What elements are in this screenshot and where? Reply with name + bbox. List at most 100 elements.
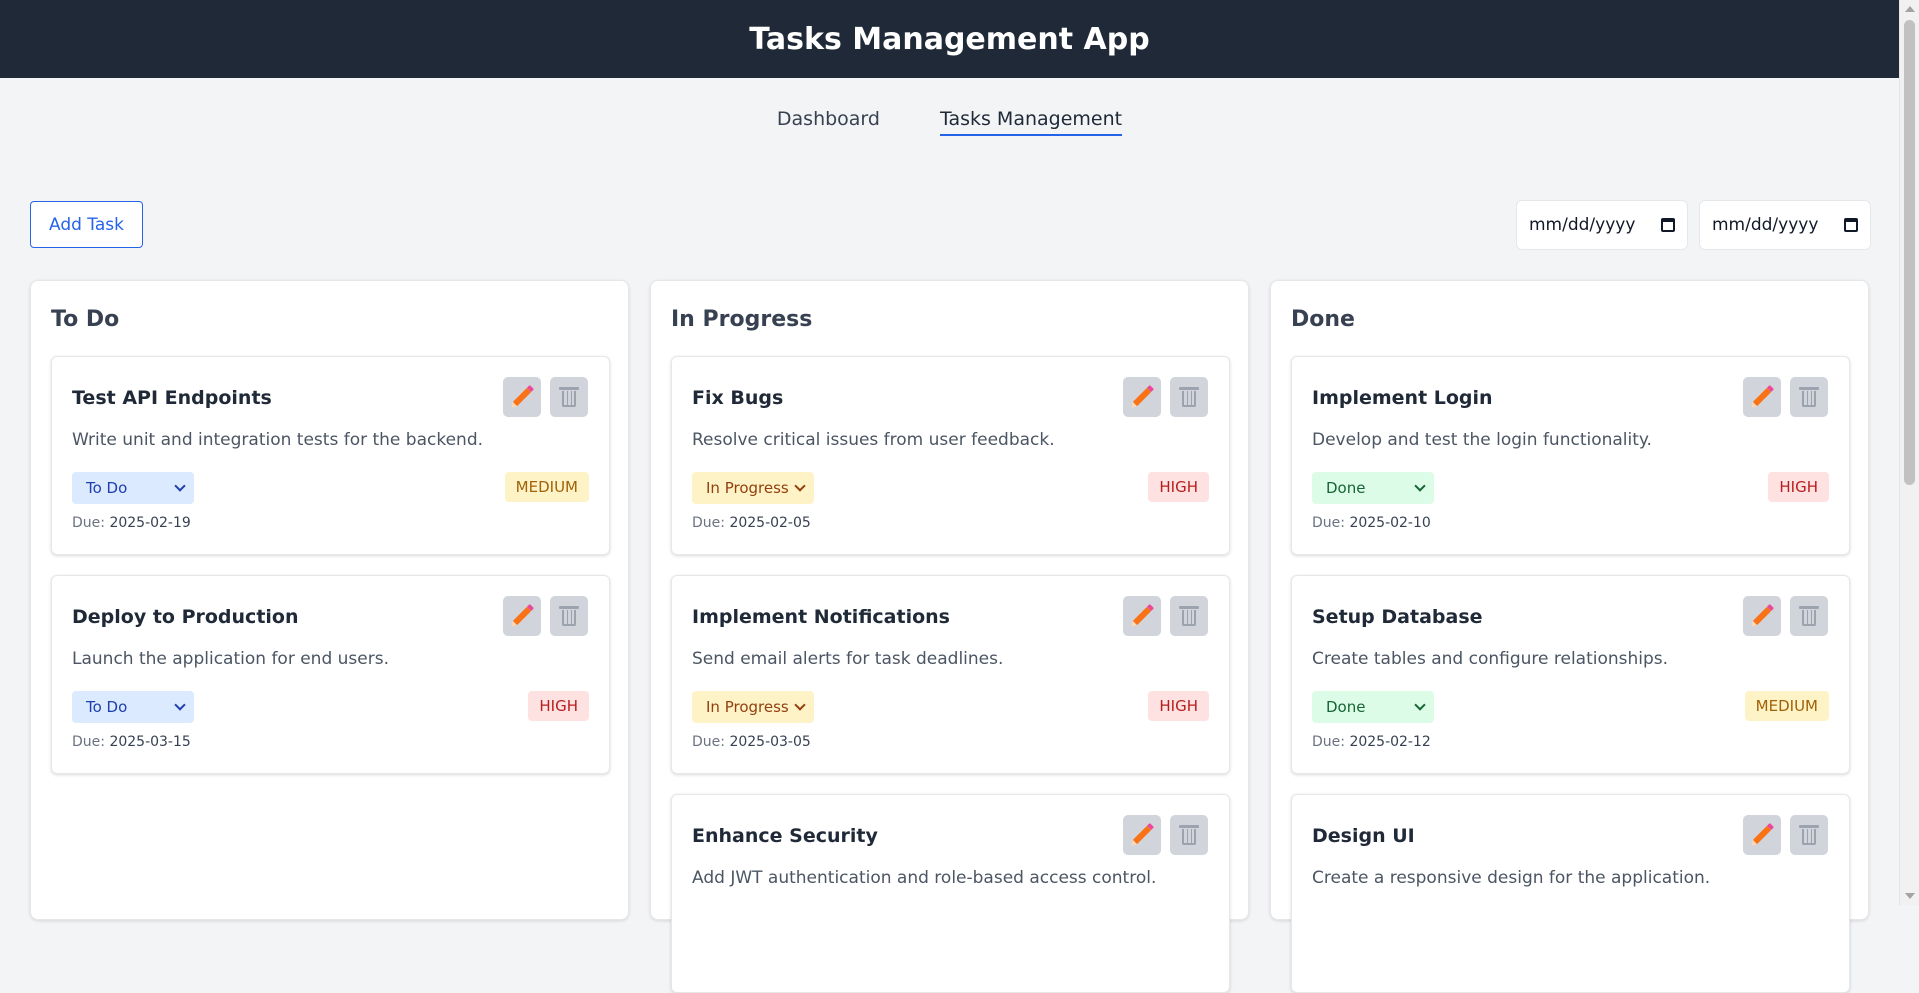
priority-badge: HIGH <box>528 691 589 721</box>
task-card: Setup Database Create tables and configu… <box>1291 575 1850 774</box>
app-title: Tasks Management App <box>749 21 1150 57</box>
due-label: Due: <box>72 515 105 531</box>
task-title: Enhance Security <box>692 825 878 847</box>
scrollbar-thumb[interactable] <box>1904 20 1915 485</box>
trash-icon <box>1179 606 1199 626</box>
end-date-input[interactable]: mm/dd/yyyy <box>1699 200 1871 250</box>
trash-icon <box>1179 387 1199 407</box>
task-card: Enhance Security Add JWT authentication … <box>671 794 1230 993</box>
chevron-down-icon <box>174 480 186 492</box>
chevron-down-icon <box>1414 699 1426 711</box>
due-label: Due: <box>1312 734 1345 750</box>
pencil-icon <box>1752 387 1772 407</box>
task-card: Implement Login Develop and test the log… <box>1291 356 1850 555</box>
due-value: 2025-02-19 <box>109 515 191 531</box>
delete-task-button[interactable] <box>1170 815 1208 855</box>
delete-task-button[interactable] <box>550 377 588 417</box>
column-to-do: To Do Test API Endpoints Write unit and … <box>30 280 629 920</box>
main-nav: Dashboard Tasks Management <box>0 108 1899 136</box>
due-date: Due: 2025-02-19 <box>72 515 191 531</box>
scroll-down-arrow-icon[interactable] <box>1905 893 1915 899</box>
task-title: Test API Endpoints <box>72 387 272 409</box>
delete-task-button[interactable] <box>1170 596 1208 636</box>
pencil-icon <box>512 606 532 626</box>
delete-task-button[interactable] <box>1790 377 1828 417</box>
task-card: Deploy to Production Launch the applicat… <box>51 575 610 774</box>
nav-tasks-management[interactable]: Tasks Management <box>939 108 1123 136</box>
start-date-input[interactable]: mm/dd/yyyy <box>1516 200 1688 250</box>
trash-icon <box>1799 825 1819 845</box>
pencil-icon <box>512 387 532 407</box>
edit-task-button[interactable] <box>1123 377 1161 417</box>
task-description: Send email alerts for task deadlines. <box>692 649 1004 669</box>
task-description: Create a responsive design for the appli… <box>1312 868 1711 888</box>
task-description: Develop and test the login functionality… <box>1312 430 1652 450</box>
edit-task-button[interactable] <box>1743 377 1781 417</box>
pencil-icon <box>1752 606 1772 626</box>
task-card: Fix Bugs Resolve critical issues from us… <box>671 356 1230 555</box>
edit-task-button[interactable] <box>1123 596 1161 636</box>
task-description: Launch the application for end users. <box>72 649 389 669</box>
priority-badge: HIGH <box>1148 691 1209 721</box>
pencil-icon <box>1132 387 1152 407</box>
status-select[interactable]: To Do <box>72 691 194 723</box>
task-card: Design UI Create a responsive design for… <box>1291 794 1850 993</box>
calendar-icon[interactable] <box>1844 218 1858 232</box>
task-card: Implement Notifications Send email alert… <box>671 575 1230 774</box>
due-value: 2025-02-12 <box>1349 734 1431 750</box>
calendar-icon[interactable] <box>1661 218 1675 232</box>
column-title: In Progress <box>671 307 813 332</box>
status-value: Done <box>1326 479 1366 497</box>
task-title: Implement Login <box>1312 387 1493 409</box>
due-value: 2025-02-05 <box>729 515 811 531</box>
due-label: Due: <box>692 734 725 750</box>
trash-icon <box>1799 606 1819 626</box>
edit-task-button[interactable] <box>1123 815 1161 855</box>
delete-task-button[interactable] <box>1790 815 1828 855</box>
column-title: Done <box>1291 307 1355 332</box>
status-select[interactable]: Done <box>1312 691 1434 723</box>
edit-task-button[interactable] <box>1743 596 1781 636</box>
due-date: Due: 2025-03-15 <box>72 734 191 750</box>
pencil-icon <box>1752 825 1772 845</box>
edit-task-button[interactable] <box>503 596 541 636</box>
status-value: To Do <box>86 479 128 497</box>
status-select[interactable]: To Do <box>72 472 194 504</box>
trash-icon <box>559 606 579 626</box>
edit-task-button[interactable] <box>1743 815 1781 855</box>
vertical-scrollbar[interactable] <box>1899 0 1919 905</box>
nav-dashboard[interactable]: Dashboard <box>777 108 880 136</box>
status-value: Done <box>1326 698 1366 716</box>
status-select[interactable]: In Progress <box>692 691 814 723</box>
priority-badge: HIGH <box>1768 472 1829 502</box>
due-date: Due: 2025-03-05 <box>692 734 811 750</box>
priority-badge: MEDIUM <box>504 472 589 502</box>
trash-icon <box>559 387 579 407</box>
column-in-progress: In Progress Fix Bugs Resolve critical is… <box>650 280 1249 993</box>
due-label: Due: <box>72 734 105 750</box>
task-description: Add JWT authentication and role-based ac… <box>692 868 1157 888</box>
due-date: Due: 2025-02-05 <box>692 515 811 531</box>
task-title: Deploy to Production <box>72 606 299 628</box>
task-description: Resolve critical issues from user feedba… <box>692 430 1055 450</box>
pencil-icon <box>1132 606 1152 626</box>
app-header: Tasks Management App <box>0 0 1899 78</box>
delete-task-button[interactable] <box>1170 377 1208 417</box>
add-task-button[interactable]: Add Task <box>30 201 143 248</box>
scroll-up-arrow-icon[interactable] <box>1905 6 1915 12</box>
edit-task-button[interactable] <box>503 377 541 417</box>
priority-badge: HIGH <box>1148 472 1209 502</box>
task-title: Fix Bugs <box>692 387 784 409</box>
chevron-down-icon <box>794 699 806 711</box>
pencil-icon <box>1132 825 1152 845</box>
status-select[interactable]: Done <box>1312 472 1434 504</box>
task-title: Setup Database <box>1312 606 1483 628</box>
status-value: In Progress <box>706 698 789 716</box>
start-date-placeholder: mm/dd/yyyy <box>1529 215 1636 235</box>
status-select[interactable]: In Progress <box>692 472 814 504</box>
task-title: Implement Notifications <box>692 606 950 628</box>
delete-task-button[interactable] <box>1790 596 1828 636</box>
delete-task-button[interactable] <box>550 596 588 636</box>
due-date: Due: 2025-02-10 <box>1312 515 1431 531</box>
task-card: Test API Endpoints Write unit and integr… <box>51 356 610 555</box>
